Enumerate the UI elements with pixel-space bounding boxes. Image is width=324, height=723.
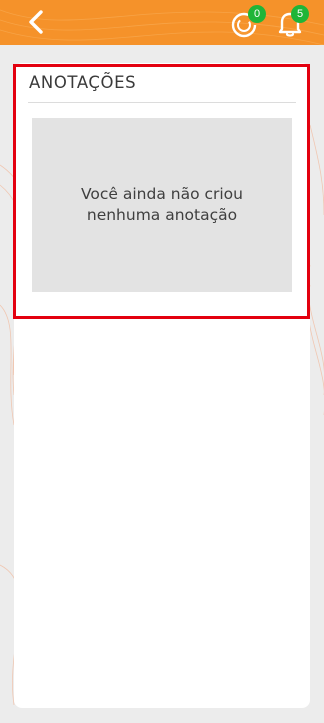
notification-count-badge: 5 (291, 5, 309, 23)
progress-count-badge: 0 (248, 5, 266, 23)
empty-notes-placeholder: Você ainda não criou nenhuma anotação (32, 118, 292, 292)
top-app-bar: 0 5 (0, 0, 324, 45)
title-divider (28, 102, 296, 103)
chevron-left-icon (29, 10, 43, 34)
progress-button[interactable]: 0 (228, 5, 266, 40)
notifications-button[interactable]: 5 (274, 5, 309, 40)
notes-section-title: ANOTAÇÕES (29, 73, 137, 92)
empty-notes-message: Você ainda não criou nenhuma anotação (80, 185, 243, 224)
back-button[interactable] (22, 7, 50, 37)
